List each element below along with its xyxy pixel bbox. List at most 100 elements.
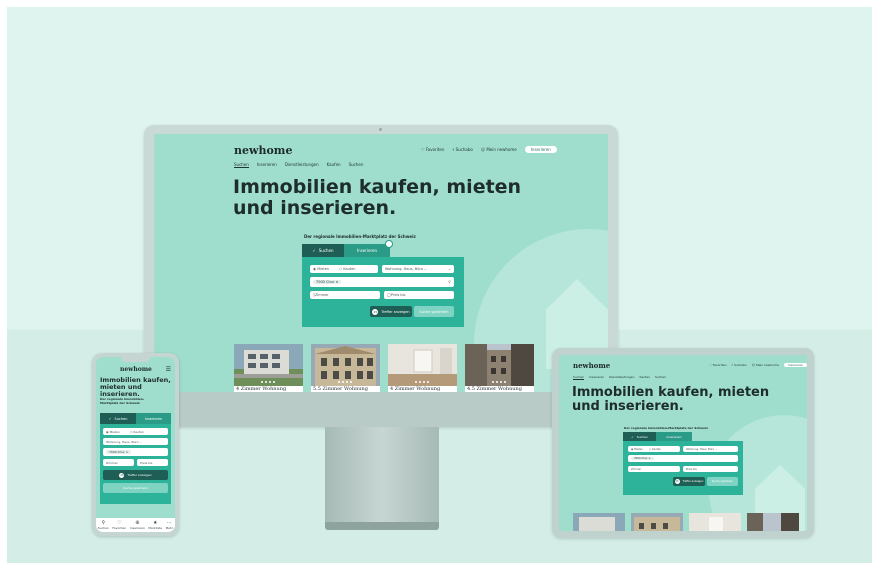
location-input[interactable]: 7000 Chur × [103, 448, 168, 456]
bottom-nav-list[interactable]: ⊕ Inserieren [130, 520, 145, 530]
save-search-button[interactable]: Suche speichern [103, 483, 168, 493]
price-input[interactable]: Preis bis [137, 459, 168, 466]
hero-title: Immobilien kaufen, mieten und inserieren… [100, 376, 171, 398]
hero-tagline: Der regionale Immobilien-Marktplatz der … [304, 234, 416, 239]
rooms-input[interactable]: ▯ Zimmer [310, 291, 380, 299]
location-chip[interactable]: 7000 Chur × [631, 457, 654, 460]
radio-buy[interactable]: ○ Kaufen [339, 267, 355, 271]
hero-tagline: Der regionale Immobilien-Marktplatz der … [100, 397, 145, 405]
property-type-select[interactable]: Wohnung, Haus, Büro ... ⌄ [382, 265, 454, 273]
listing-title: 4.5 Zimmer Wohnung [467, 386, 522, 392]
tab-list[interactable]: Inserieren [344, 240, 393, 257]
search-box: ◉ Mieten ○ Kaufen Wohnung, Haus, Büro ..… [100, 424, 171, 504]
location-input[interactable]: 7000 Chur × [628, 455, 738, 462]
property-type-select[interactable]: Wohnung, Haus, Büro ... [683, 446, 738, 452]
show-results-button[interactable]: 25 Treffer anzeigen [370, 306, 412, 317]
tab-search[interactable]: ✓ Suchen [302, 244, 344, 257]
monitor-foot [325, 522, 439, 530]
radio-buy[interactable]: ○ Kaufen [649, 448, 661, 451]
desktop-screen: newhome ♡ Favoriten ♯ Suchabo ☺ Mein new… [154, 134, 608, 392]
main-nav: Suchen Inserieren Dienstleistungen Kaufe… [234, 162, 363, 168]
tablet-device: newhome ♡ Favoriten ♯ Suchabo ☺ Mein new… [552, 348, 814, 538]
tab-search[interactable]: ✓ Suchen [623, 432, 656, 441]
tab-list[interactable]: Inserieren [136, 413, 171, 424]
location-input[interactable]: 7000 Chur × ⚲ [310, 277, 454, 287]
listing-photo [234, 344, 303, 386]
rooms-input[interactable]: Zimmer [628, 466, 680, 472]
tab-search[interactable]: ✓ Suchen [100, 413, 136, 424]
show-results-button[interactable]: 25 Treffer anzeigen [103, 470, 168, 480]
alerts-link[interactable]: ♯ Suchabo [732, 363, 747, 367]
listing-card[interactable]: 4.5 Zimmer Wohnung [465, 344, 534, 392]
listing-photo [311, 344, 380, 386]
listing-card[interactable] [631, 513, 683, 531]
nav-item[interactable]: Kaufen [327, 162, 341, 168]
offer-type-field[interactable]: ◉ Mieten ○ Kaufen [310, 265, 378, 273]
search-tabs: ✓ Suchen Inserieren [623, 432, 692, 441]
nav-item[interactable]: Suchen [655, 375, 666, 380]
listing-photo [689, 513, 741, 531]
carousel-dots [415, 381, 429, 383]
header-actions: ♡ Favoriten ♯ Suchabo ☺ Mein newhome Ins… [421, 146, 557, 153]
nav-item[interactable]: Kaufen [639, 375, 649, 380]
show-results-button[interactable]: 25 Treffer anzeigen [673, 477, 705, 486]
login-link[interactable]: ☺ Mein newhome [752, 363, 779, 367]
favorites-link[interactable]: ♡ Favoriten [421, 147, 444, 152]
location-chip[interactable]: 7000 Chur × [313, 280, 342, 284]
nav-item[interactable]: Suchen [349, 162, 364, 168]
listing-card[interactable] [689, 513, 741, 531]
rooms-input[interactable]: Zimmer [103, 459, 134, 466]
results-count: 25 [372, 308, 379, 315]
main-nav: Suchen Inserieren Dienstleistungen Kaufe… [573, 375, 666, 380]
bottom-nav-search[interactable]: ⚲ Suchen [98, 520, 109, 530]
monitor-chin [144, 392, 618, 427]
logo[interactable]: newhome [234, 144, 292, 157]
save-search-button[interactable]: Suche speichern [414, 306, 454, 317]
nav-item[interactable]: Dienstleistungen [609, 375, 634, 380]
offer-type-field[interactable]: ◉ Mieten ○ Kaufen [628, 446, 680, 452]
save-search-button[interactable]: Suche speichern [707, 477, 738, 486]
header-cta-button[interactable]: Inserieren [524, 146, 557, 153]
new-badge-icon [385, 240, 393, 248]
listing-card[interactable] [573, 513, 625, 531]
login-link[interactable]: ☺ Mein newhome [481, 147, 517, 152]
nav-item[interactable]: Inserieren [257, 162, 277, 168]
bottom-nav-more[interactable]: ⋯ Mehr [166, 520, 174, 530]
listing-title: 4 Zimmer Wohnung [390, 386, 441, 392]
radio-buy[interactable]: ○ Kaufen [130, 430, 144, 434]
favorites-link[interactable]: ♡ Favoriten [709, 363, 727, 367]
search-icon: ⚲ [448, 280, 451, 284]
header-actions: ♡ Favoriten ♯ Suchabo ☺ Mein newhome Ins… [709, 363, 807, 367]
results-count: 25 [119, 472, 125, 478]
header-cta-button[interactable]: Inserieren [783, 363, 807, 367]
radio-rent[interactable]: ◉ Mieten [106, 430, 120, 434]
listing-card[interactable]: 4 Zimmer Wohnung [388, 344, 457, 392]
location-chip[interactable]: 7000 Chur × [106, 450, 132, 454]
menu-icon[interactable]: ☰ [166, 366, 171, 373]
bottom-nav-watchlist[interactable]: ★ Merkliste [148, 520, 162, 530]
nav-item[interactable]: Suchen [234, 162, 249, 168]
offer-type-field[interactable]: ◉ Mieten ○ Kaufen [103, 428, 168, 435]
price-input[interactable]: Preis bis [683, 466, 738, 472]
nav-item[interactable]: Dienstleistungen [285, 162, 319, 168]
nav-item[interactable]: Suchen [573, 375, 585, 380]
logo[interactable]: newhome [573, 361, 610, 370]
chevron-down-icon: ⌄ [448, 267, 451, 271]
price-input[interactable]: ◯ Preis bis [384, 291, 454, 299]
camera-dot [379, 128, 382, 131]
bottom-nav-favorites[interactable]: ♡ Favoriten [112, 520, 126, 530]
search-tabs: ✓ Suchen Inserieren [302, 240, 393, 257]
results-count: 25 [674, 479, 680, 484]
radio-rent[interactable]: ◉ Mieten [631, 448, 643, 451]
nav-item[interactable]: Inserieren [589, 375, 604, 380]
listing-card[interactable]: 5.5 Zimmer Wohnung [311, 344, 380, 392]
logo[interactable]: newhome [120, 366, 152, 373]
alerts-link[interactable]: ♯ Suchabo [452, 147, 472, 152]
listing-card[interactable] [747, 513, 799, 531]
radio-rent[interactable]: ◉ Mieten [313, 267, 329, 271]
property-type-select[interactable]: Wohnung, Haus, Büro ... [103, 438, 168, 445]
listing-card[interactable]: 4 Zimmer Wohnung [234, 344, 303, 392]
listing-photo [388, 344, 457, 386]
listing-photo [573, 513, 625, 531]
tab-list[interactable]: Inserieren [656, 432, 692, 441]
